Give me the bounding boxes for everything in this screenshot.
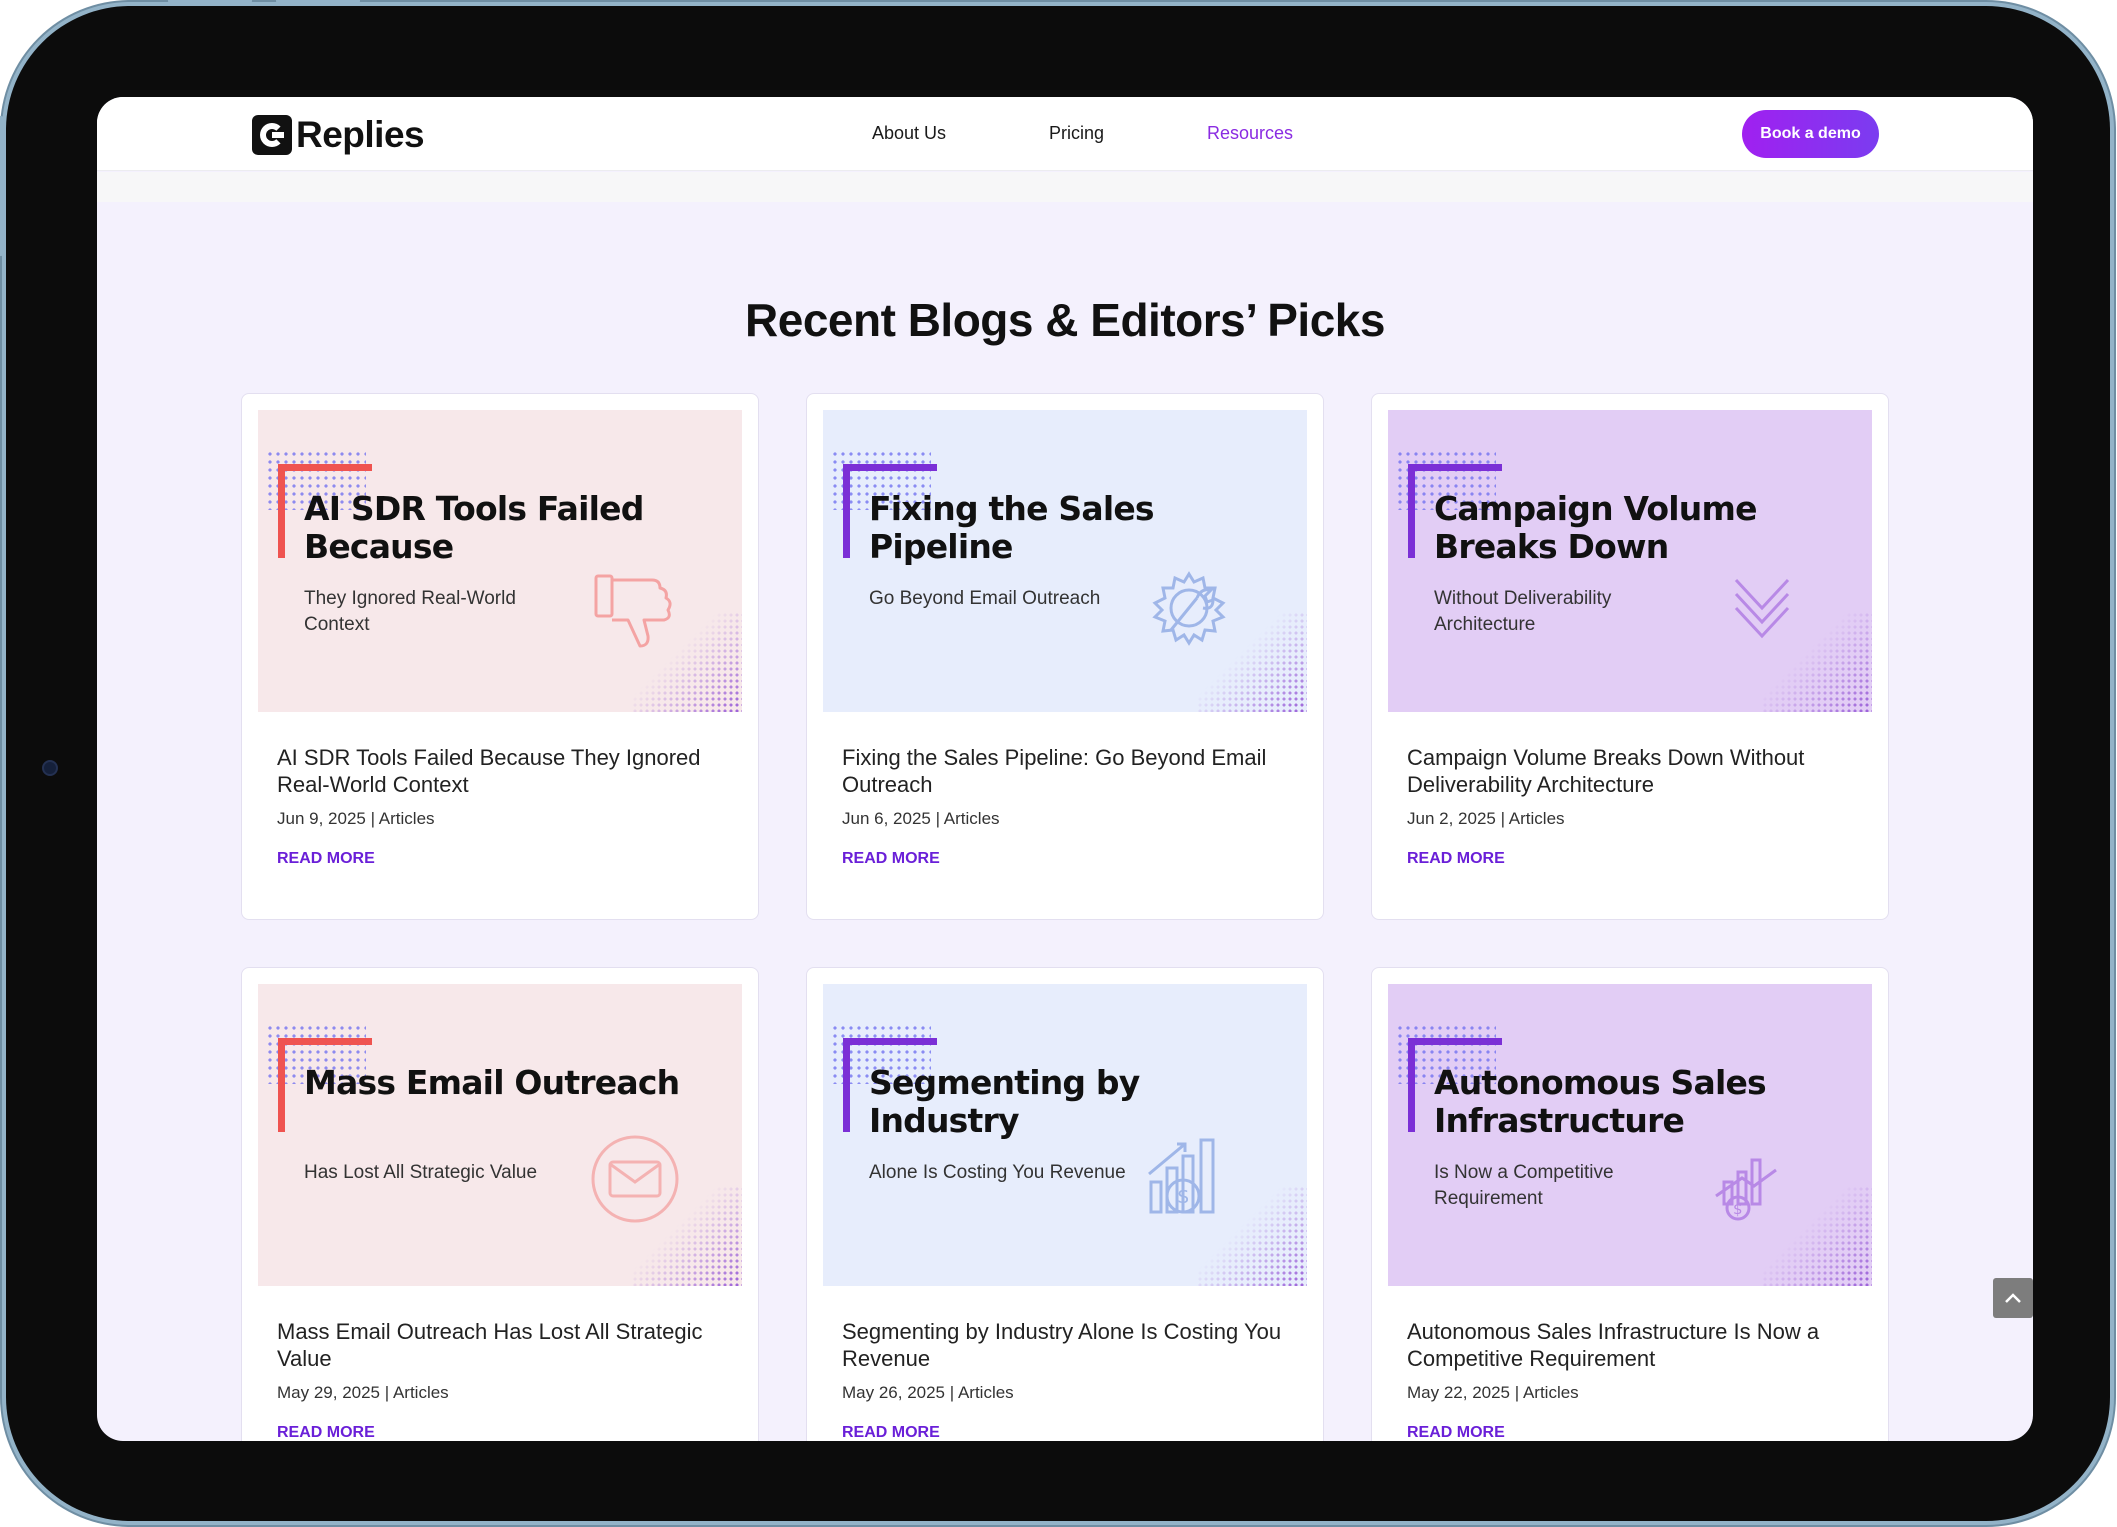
blog-thumbnail[interactable]: Fixing the Sales Pipeline Go Beyond Emai… <box>823 410 1307 712</box>
browser-viewport: Replies About Us Pricing Resources Book … <box>97 97 2033 1441</box>
thumbs-down-icon <box>594 574 672 648</box>
read-more-link[interactable]: READ MORE <box>842 850 940 868</box>
blog-card[interactable]: Campaign Volume Breaks Down Without Deli… <box>1371 393 1889 920</box>
replies-logo-icon <box>252 115 292 155</box>
blog-category[interactable]: Articles <box>393 1383 449 1402</box>
blog-meta: May 29, 2025 | Articles <box>277 1383 449 1402</box>
blog-date: Jun 6, 2025 <box>842 809 931 828</box>
nav-about-us[interactable]: About Us <box>872 123 946 144</box>
dollar-chart-icon: $ <box>1148 1138 1215 1214</box>
scroll-to-top-button[interactable] <box>1993 1278 2033 1318</box>
blog-meta: May 22, 2025 | Articles <box>1407 1383 1579 1402</box>
read-more-link[interactable]: READ MORE <box>1407 1424 1505 1441</box>
blog-meta: May 26, 2025 | Articles <box>842 1383 1014 1402</box>
blog-title[interactable]: AI SDR Tools Failed Because They Ignored… <box>277 744 737 798</box>
blog-thumbnail[interactable]: Campaign Volume Breaks Down Without Deli… <box>1388 410 1872 712</box>
growth-chart-icon: $ <box>1715 1158 1777 1221</box>
thumbnail-title: Mass Email Outreach <box>304 1063 680 1102</box>
thumbnail-title: Campaign Volume Breaks Down <box>1434 489 1757 566</box>
blog-meta: Jun 2, 2025 | Articles <box>1407 809 1565 828</box>
blog-card[interactable]: AI SDR Tools Failed Because They Ignored… <box>241 393 759 920</box>
volume-button <box>276 0 360 4</box>
nav-pricing[interactable]: Pricing <box>1049 123 1104 144</box>
blog-thumbnail[interactable]: Autonomous Sales Infrastructure Is Now a… <box>1388 984 1872 1286</box>
thumbnail-title: AI SDR Tools Failed Because <box>304 489 644 566</box>
front-camera <box>42 760 58 776</box>
volume-button <box>168 0 252 4</box>
chevrons-down-icon <box>1734 578 1790 639</box>
blog-title[interactable]: Campaign Volume Breaks Down Without Deli… <box>1407 744 1867 798</box>
blog-thumbnail[interactable]: AI SDR Tools Failed Because They Ignored… <box>258 410 742 712</box>
site-logo[interactable]: Replies <box>252 114 425 156</box>
blog-meta: Jun 6, 2025 | Articles <box>842 809 1000 828</box>
svg-text:$: $ <box>1733 1200 1743 1218</box>
blog-thumbnail[interactable]: Mass Email Outreach Has Lost All Strateg… <box>258 984 742 1286</box>
blog-title[interactable]: Autonomous Sales Infrastructure Is Now a… <box>1407 1318 1867 1372</box>
thumbnail-title: Autonomous Sales Infrastructure <box>1434 1063 1767 1140</box>
header-spacer <box>97 172 2033 202</box>
power-button <box>0 116 4 256</box>
blog-title[interactable]: Fixing the Sales Pipeline: Go Beyond Ema… <box>842 744 1302 798</box>
blog-category[interactable]: Articles <box>958 1383 1014 1402</box>
envelope-icon <box>591 1135 679 1223</box>
thumbnail-subtitle: Has Lost All Strategic Value <box>304 1162 538 1183</box>
nav-resources[interactable]: Resources <box>1207 123 1293 144</box>
section-title: Recent Blogs & Editors’ Picks <box>745 294 1385 346</box>
read-more-link[interactable]: READ MORE <box>842 1424 940 1441</box>
read-more-link[interactable]: READ MORE <box>1407 850 1505 868</box>
read-more-link[interactable]: READ MORE <box>277 850 375 868</box>
thumbnail-title: Segmenting by Industry <box>869 1063 1140 1140</box>
blog-card[interactable]: Autonomous Sales Infrastructure Is Now a… <box>1371 967 1889 1441</box>
blog-category[interactable]: Articles <box>1509 809 1565 828</box>
blog-category[interactable]: Articles <box>1523 1383 1579 1402</box>
thumbnail-subtitle: Go Beyond Email Outreach <box>869 588 1101 609</box>
blog-card[interactable]: Fixing the Sales Pipeline Go Beyond Emai… <box>806 393 1324 920</box>
blog-card[interactable]: Segmenting by Industry Alone Is Costing … <box>806 967 1324 1441</box>
blog-meta: Jun 9, 2025 | Articles <box>277 809 435 828</box>
thumbnail-subtitle: Without Deliverability Architecture <box>1434 588 1612 635</box>
tablet-frame: Replies About Us Pricing Resources Book … <box>0 0 2110 1521</box>
thumbnail-subtitle: Is Now a Competitive Requirement <box>1434 1162 1614 1209</box>
gear-wrench-icon <box>1152 571 1226 646</box>
blog-title[interactable]: Mass Email Outreach Has Lost All Strateg… <box>277 1318 737 1372</box>
blog-date: Jun 2, 2025 <box>1407 809 1496 828</box>
blog-date: May 22, 2025 <box>1407 1383 1511 1402</box>
chevron-up-icon <box>2005 1293 2021 1303</box>
blog-date: May 26, 2025 <box>842 1383 946 1402</box>
blog-category[interactable]: Articles <box>379 809 435 828</box>
logo-text: Replies <box>296 114 425 155</box>
blog-date: Jun 9, 2025 <box>277 809 366 828</box>
blog-thumbnail[interactable]: Segmenting by Industry Alone Is Costing … <box>823 984 1307 1286</box>
blog-title[interactable]: Segmenting by Industry Alone Is Costing … <box>842 1318 1302 1372</box>
blog-category[interactable]: Articles <box>944 809 1000 828</box>
blog-card[interactable]: Mass Email Outreach Has Lost All Strateg… <box>241 967 759 1441</box>
book-demo-button[interactable]: Book a demo <box>1742 110 1879 158</box>
thumbnail-subtitle: They Ignored Real-World Context <box>304 588 516 635</box>
blog-date: May 29, 2025 <box>277 1383 381 1402</box>
site-header: Replies About Us Pricing Resources Book … <box>97 97 2033 171</box>
svg-text:$: $ <box>1177 1184 1190 1208</box>
thumbnail-subtitle: Alone Is Costing You Revenue <box>869 1162 1126 1183</box>
read-more-link[interactable]: READ MORE <box>277 1424 375 1441</box>
thumbnail-title: Fixing the Sales Pipeline <box>869 489 1155 566</box>
